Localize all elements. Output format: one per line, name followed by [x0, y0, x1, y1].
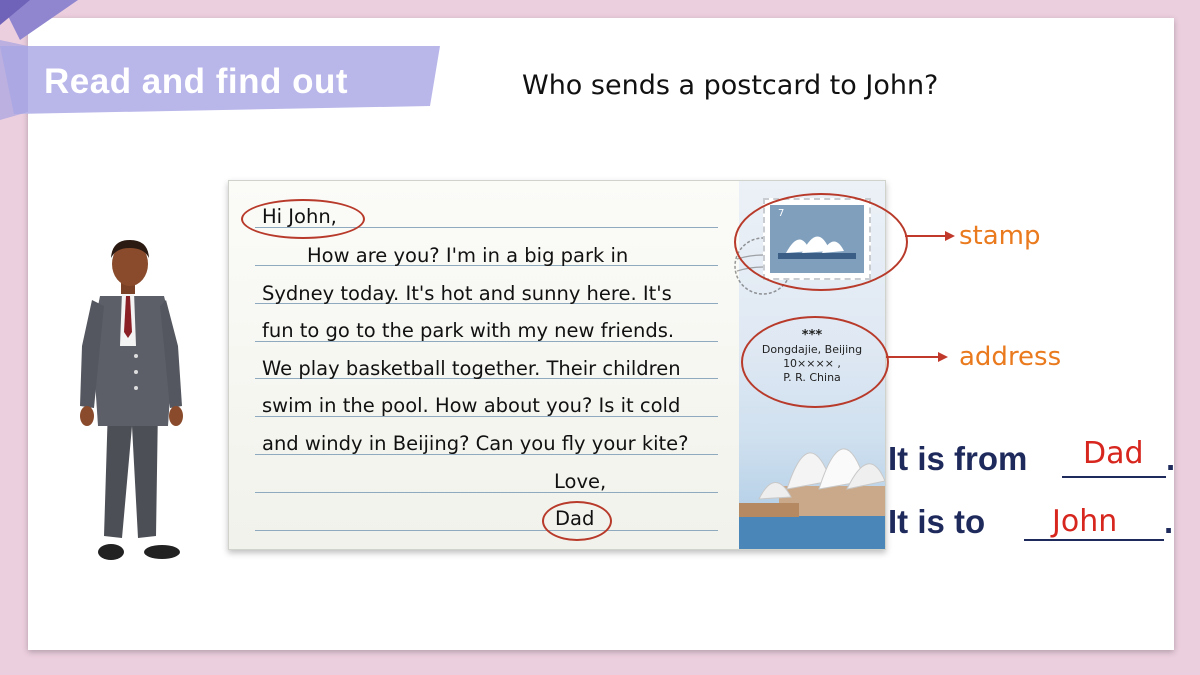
to-period: .: [1164, 503, 1174, 540]
letter-line: swim in the pool. How about you? Is it c…: [262, 394, 681, 417]
from-period: .: [1166, 440, 1176, 477]
stamp-label: stamp: [959, 221, 1041, 251]
to-answer: John: [1052, 504, 1118, 539]
stamp-arrow-icon: [905, 231, 955, 241]
from-sentence: It is from: [888, 440, 1028, 477]
from-blank: [1062, 476, 1166, 478]
letter-line: and windy in Beijing? Can you fly your k…: [262, 432, 689, 455]
address-arrow-icon: [886, 352, 948, 362]
letter-closing: Love,: [554, 470, 607, 493]
question-text: Who sends a postcard to John?: [522, 70, 939, 101]
greeting-circle: [241, 199, 365, 239]
address-label: address: [959, 342, 1062, 372]
stamp-circle: [734, 193, 908, 291]
postcard: Hi John, How are you? I'm in a big park …: [228, 180, 908, 550]
to-sentence: It is to: [888, 503, 986, 540]
address-circle: [741, 316, 889, 408]
letter-line: Sydney today. It's hot and sunny here. I…: [262, 282, 672, 305]
letter-line: We play basketball together. Their child…: [262, 357, 681, 380]
to-blank: [1024, 539, 1164, 541]
signature-circle: [542, 501, 612, 541]
letter-line: fun to go to the park with my new friend…: [262, 319, 675, 342]
from-answer: Dad: [1083, 436, 1144, 471]
banner-title: Read and find out: [44, 62, 349, 101]
letter-line: How are you? I'm in a big park in: [307, 244, 629, 267]
man-illustration: [80, 240, 183, 560]
